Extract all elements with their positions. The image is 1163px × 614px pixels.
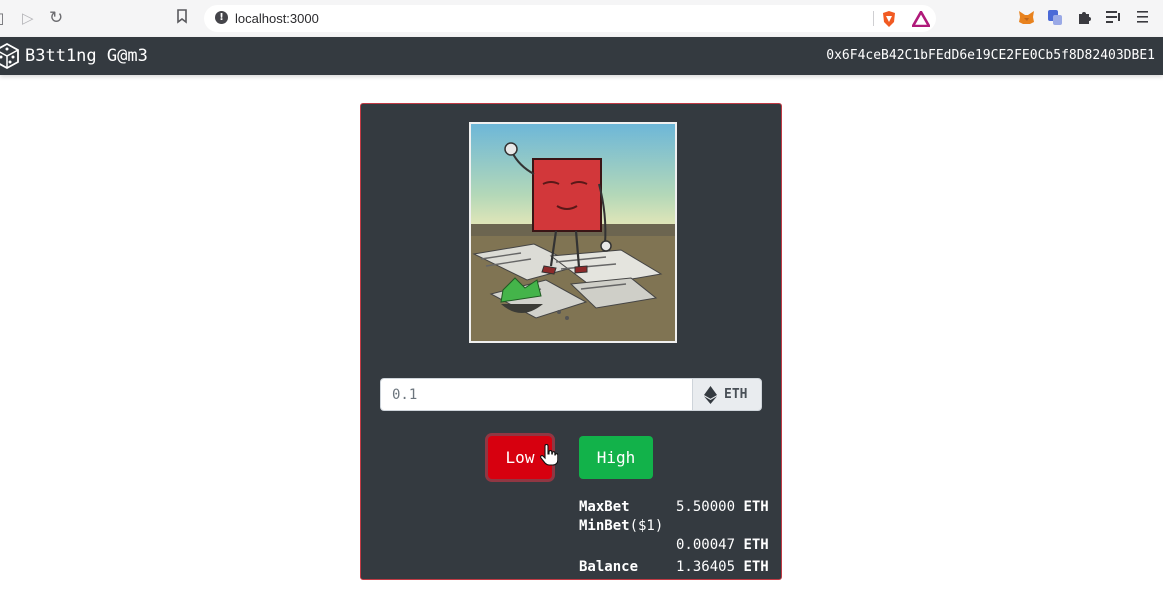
- bookmark-icon[interactable]: [176, 9, 188, 29]
- info-icon[interactable]: !: [215, 11, 228, 24]
- metamask-fox-icon[interactable]: [1018, 10, 1035, 29]
- brave-shield-icon[interactable]: [881, 10, 897, 32]
- max-bet-unit: ETH: [743, 499, 769, 515]
- balance-value-group: 1.36405 ETH: [676, 559, 769, 575]
- brave-rewards-icon[interactable]: [910, 9, 932, 31]
- min-bet-value: 0.00047: [676, 537, 736, 553]
- brand-title[interactable]: B3tt1ng G@m3: [25, 46, 148, 66]
- bet-amount-input[interactable]: [380, 378, 692, 411]
- playlist-icon[interactable]: [1106, 10, 1123, 28]
- back-arrow-icon[interactable]: ▯: [0, 9, 4, 27]
- browser-toolbar: ▯ ▷ ↻ ! localhost:3000: [0, 0, 1163, 38]
- min-bet-unit: ETH: [743, 537, 769, 553]
- forward-arrow-icon[interactable]: ▷: [22, 9, 34, 27]
- balance-label: Balance: [579, 559, 639, 575]
- url-text[interactable]: localhost:3000: [235, 11, 319, 26]
- currency-label: ETH: [724, 387, 748, 402]
- min-bet-label: MinBet: [579, 518, 630, 534]
- game-artwork: [469, 122, 677, 343]
- max-bet-row: MaxBet: [579, 499, 630, 515]
- reload-icon[interactable]: ↻: [49, 9, 63, 27]
- max-bet-value: 5.50000: [676, 499, 736, 515]
- dice-icon[interactable]: [0, 42, 22, 70]
- account-address: 0x6F4ceB42C1bFEdD6e19CE2FE0Cb5f8D82403DB…: [826, 48, 1155, 63]
- hand-cursor-icon: [540, 444, 558, 466]
- balance-row: Balance: [579, 559, 638, 575]
- currency-addon: ETH: [692, 378, 762, 411]
- max-bet-value-group: 5.50000 ETH: [676, 499, 769, 515]
- translate-icon[interactable]: [1047, 9, 1063, 30]
- address-bar[interactable]: ! localhost:3000: [204, 5, 936, 32]
- betting-card: ETH Low High MaxBet 5.50000 ETH MinBet($…: [360, 103, 782, 580]
- min-bet-value-group: 0.00047 ETH: [676, 537, 769, 553]
- bet-high-button[interactable]: High: [579, 436, 653, 479]
- hamburger-menu-icon[interactable]: [1137, 10, 1149, 27]
- puzzle-icon[interactable]: [1077, 10, 1092, 29]
- balance-unit: ETH: [743, 559, 769, 575]
- app-navbar: B3tt1ng G@m3 0x6F4ceB42C1bFEdD6e19CE2FE0…: [0, 37, 1163, 75]
- min-bet-suffix: ($1): [629, 518, 664, 534]
- max-bet-label: MaxBet: [579, 499, 630, 515]
- url-separator: [873, 11, 874, 26]
- ethereum-icon: [704, 386, 717, 404]
- min-bet-row: MinBet($1): [579, 518, 663, 534]
- balance-value: 1.36405: [676, 559, 736, 575]
